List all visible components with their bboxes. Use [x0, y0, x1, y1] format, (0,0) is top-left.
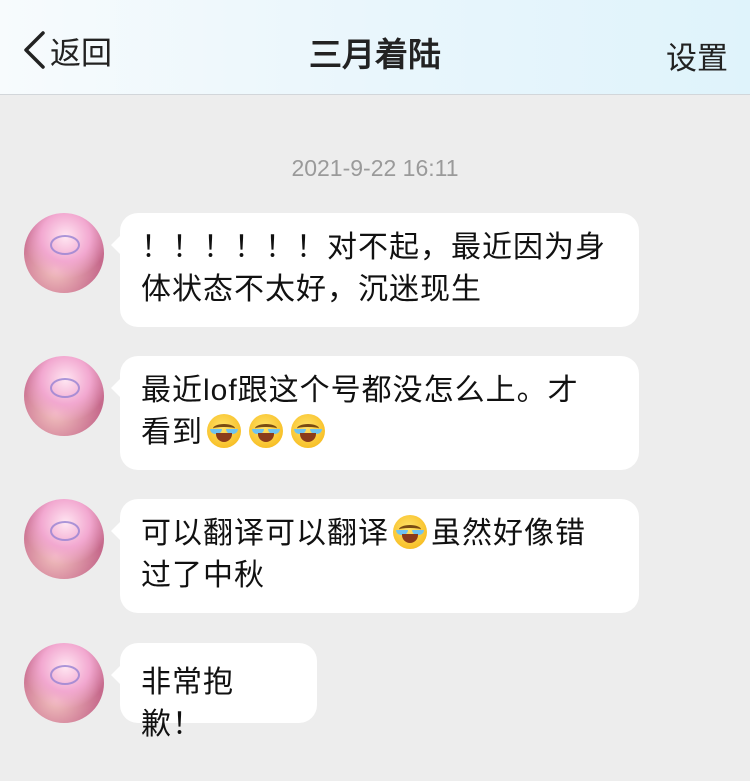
avatar[interactable]	[24, 499, 104, 579]
message-bubble[interactable]: 最近lof跟这个号都没怎么上。才 看到	[111, 356, 639, 470]
message-text-line: 体状态不太好，沉迷现生	[141, 273, 482, 306]
message-bubble[interactable]: 非常抱歉！	[111, 643, 317, 741]
message-bubble[interactable]: 可以翻译可以翻译 虽然好像错 过了中秋	[111, 499, 639, 613]
message-text-line: 非常抱歉！	[141, 666, 234, 741]
message-bubble[interactable]: ！！！！！！对不起，最近因为身 体状态不太好，沉迷现生	[111, 213, 639, 327]
message-text: 看到	[141, 416, 203, 449]
message-text-line: 可以翻译可以翻译 虽然好像错	[141, 513, 615, 555]
avatar[interactable]	[24, 643, 104, 723]
page-title: 三月着陆	[309, 36, 441, 73]
avatar[interactable]	[24, 213, 104, 293]
laughing-crying-emoji-icon	[207, 414, 241, 448]
avatar[interactable]	[24, 356, 104, 436]
message-text-line: ！！！！！！对不起，最近因为身	[141, 231, 606, 264]
message-text-line: 最近lof跟这个号都没怎么上。才	[141, 374, 579, 407]
message-text-line: 过了中秋	[141, 559, 265, 592]
message-timestamp: 2021-9-22 16:11	[291, 155, 459, 181]
top-nav-bar: 返回 三月着陆 设置	[0, 0, 750, 95]
message-text-line: 看到	[141, 412, 615, 454]
laughing-crying-emoji-icon	[291, 414, 325, 448]
laughing-crying-emoji-icon	[249, 414, 283, 448]
message-text: 虽然好像错	[431, 517, 586, 550]
settings-button[interactable]: 设置	[666, 33, 728, 78]
laughing-crying-emoji-icon	[393, 515, 427, 549]
message-text: 可以翻译可以翻译	[141, 517, 389, 550]
